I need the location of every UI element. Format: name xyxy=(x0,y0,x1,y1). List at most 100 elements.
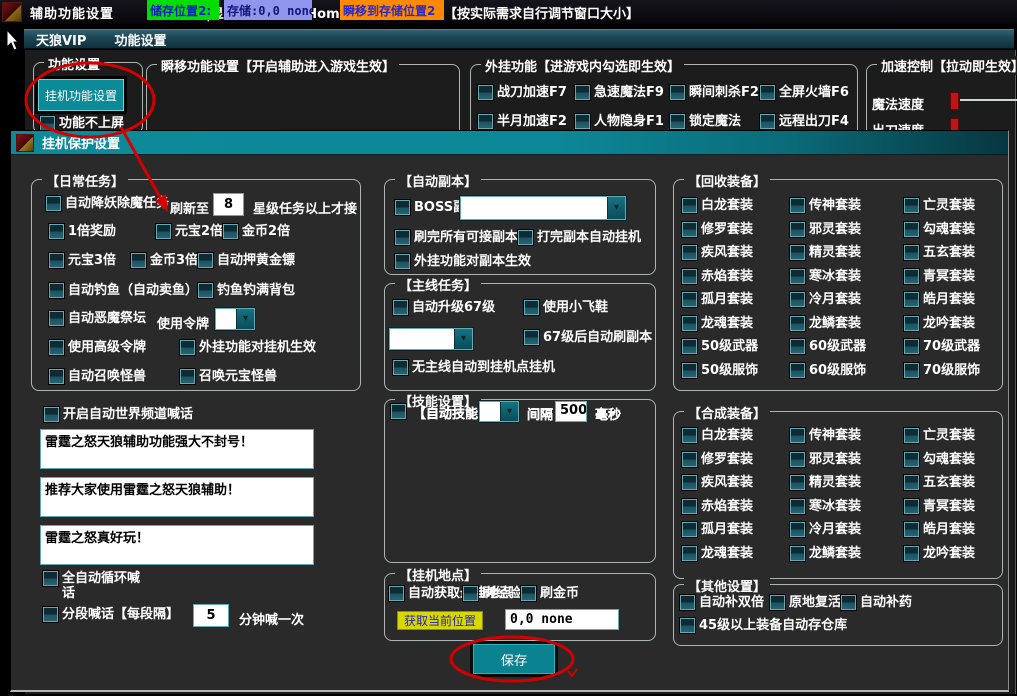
equip-option[interactable]: 亡灵套装 xyxy=(904,198,998,213)
hack-option[interactable]: 人物隐身F1 xyxy=(575,114,670,129)
checkbox[interactable] xyxy=(680,618,695,633)
equip-option[interactable]: 传神套装 xyxy=(790,428,904,443)
mainline-combobox[interactable]: ▾ xyxy=(389,328,473,350)
checkbox[interactable] xyxy=(682,428,697,443)
checkbox[interactable] xyxy=(790,316,805,331)
equip-option[interactable]: 疾风套装 xyxy=(682,475,790,490)
checkbox[interactable] xyxy=(43,571,58,586)
checkbox[interactable] xyxy=(904,475,919,490)
checkbox[interactable] xyxy=(524,330,539,345)
checkbox[interactable] xyxy=(682,499,697,514)
checkbox[interactable] xyxy=(770,595,785,610)
skill-interval-value[interactable]: 500 xyxy=(555,401,587,422)
hack-option[interactable]: 锁定魔法 xyxy=(670,114,760,129)
checkbox[interactable] xyxy=(391,404,406,419)
shout-interval-input[interactable] xyxy=(193,604,229,627)
equip-option[interactable]: 70级武器 xyxy=(904,339,998,354)
checkbox[interactable] xyxy=(49,340,64,355)
equip-option[interactable]: 邪灵套装 xyxy=(790,452,904,467)
equip-option[interactable]: 龙鳞套装 xyxy=(790,316,904,331)
checkbox[interactable] xyxy=(682,245,697,260)
checkbox[interactable] xyxy=(904,222,919,237)
checkbox[interactable] xyxy=(682,475,697,490)
spot-option[interactable]: 刷经验 xyxy=(463,586,521,601)
checkbox[interactable] xyxy=(463,586,478,601)
checkbox[interactable] xyxy=(524,300,539,315)
checkbox[interactable] xyxy=(904,339,919,354)
checkbox[interactable] xyxy=(904,316,919,331)
store-position-button[interactable]: 储存位置2: xyxy=(147,0,219,20)
shout-message-3[interactable]: 雷霆之怒真好玩！ xyxy=(40,525,314,565)
checkbox[interactable] xyxy=(670,114,685,129)
equip-option[interactable]: 修罗套装 xyxy=(682,222,790,237)
equip-option[interactable]: 龙魂套装 xyxy=(682,546,790,561)
daily-option[interactable]: 自动押黄金镖 xyxy=(198,253,295,268)
equip-option[interactable]: 白龙套装 xyxy=(682,198,790,213)
spot-option[interactable]: 刷金币 xyxy=(521,586,579,601)
checkbox[interactable] xyxy=(131,253,146,268)
other-option[interactable]: 自动补双倍 xyxy=(680,595,770,610)
equip-option[interactable]: 白龙套装 xyxy=(682,428,790,443)
equip-option[interactable]: 寒冰套装 xyxy=(790,269,904,284)
daily-option[interactable]: 元宝2倍 xyxy=(156,224,223,239)
checkbox[interactable] xyxy=(760,85,775,100)
dropdown-arrow-icon[interactable]: ▾ xyxy=(607,197,625,219)
checkbox[interactable] xyxy=(395,230,410,245)
checkbox[interactable] xyxy=(521,586,536,601)
equip-option[interactable]: 邪灵套装 xyxy=(790,222,904,237)
daily-option[interactable]: 1倍奖励 xyxy=(49,224,156,239)
checkbox[interactable] xyxy=(223,224,238,239)
checkbox[interactable] xyxy=(682,339,697,354)
summon-monster-option[interactable]: 自动召唤怪兽 xyxy=(49,369,180,384)
equip-option[interactable]: 赤焰套装 xyxy=(682,499,790,514)
hack-on-dungeon-option[interactable]: 外挂功能对副本生效 xyxy=(395,254,531,269)
equip-option[interactable]: 勾魂套装 xyxy=(904,452,998,467)
auto-store-option[interactable]: 45级以上装备自动存仓库 xyxy=(680,618,847,633)
checkbox[interactable] xyxy=(478,114,493,129)
checkbox[interactable] xyxy=(478,85,493,100)
equip-option[interactable]: 皓月套装 xyxy=(904,522,998,537)
equip-option[interactable]: 60级武器 xyxy=(790,339,904,354)
checkbox[interactable] xyxy=(682,198,697,213)
checkbox[interactable] xyxy=(904,428,919,443)
teleport-to-position-button[interactable]: 瞬移到存储位置2 xyxy=(340,0,444,20)
equip-option[interactable]: 传神套装 xyxy=(790,198,904,213)
after-67-option[interactable]: 67级后自动刷副本 xyxy=(524,330,652,345)
shout-message-1[interactable]: 雷霆之怒天狼辅助功能强大不封号！ xyxy=(40,429,314,469)
checkbox[interactable] xyxy=(43,607,58,622)
hack-option[interactable]: 急速魔法F9 xyxy=(575,85,670,100)
equip-option[interactable]: 冷月套装 xyxy=(790,522,904,537)
checkbox[interactable] xyxy=(575,114,590,129)
checkbox[interactable] xyxy=(49,369,64,384)
magic-speed-slider-track[interactable] xyxy=(960,99,1017,101)
segment-shout-option[interactable]: 分段喊话【每段隔】 xyxy=(43,607,179,622)
checkbox[interactable] xyxy=(49,224,64,239)
dropdown-arrow-icon[interactable]: ▾ xyxy=(454,329,472,349)
high-token-option[interactable]: 使用高级令牌 xyxy=(49,340,180,355)
checkbox[interactable] xyxy=(790,522,805,537)
hack-option[interactable]: 远程出刀F4 xyxy=(760,114,853,129)
daily-option[interactable]: 钓鱼钓满背包 xyxy=(198,283,295,298)
equip-option[interactable]: 青冥套装 xyxy=(904,499,998,514)
other-option[interactable]: 原地复活 xyxy=(770,595,841,610)
checkbox[interactable] xyxy=(680,595,695,610)
dropdown-arrow-icon[interactable]: ▾ xyxy=(236,309,254,329)
equip-option[interactable]: 孤月套装 xyxy=(682,292,790,307)
token-combobox[interactable]: ▾ xyxy=(215,308,255,330)
equip-option[interactable]: 60级服饰 xyxy=(790,363,904,378)
checkbox[interactable] xyxy=(790,245,805,260)
equip-option[interactable]: 勾魂套装 xyxy=(904,222,998,237)
hang-function-settings-button[interactable]: 挂机功能设置 xyxy=(38,79,124,111)
checkbox[interactable] xyxy=(156,224,171,239)
checkbox[interactable] xyxy=(790,363,805,378)
star-level-input[interactable] xyxy=(213,193,244,216)
skill-combobox[interactable]: ▾ xyxy=(479,401,519,422)
checkbox[interactable] xyxy=(682,546,697,561)
equip-option[interactable]: 龙吟套装 xyxy=(904,546,998,561)
menu-item[interactable]: 功能设置 xyxy=(114,30,166,49)
checkbox[interactable] xyxy=(760,114,775,129)
position-field[interactable] xyxy=(505,609,619,630)
checkbox[interactable] xyxy=(682,292,697,307)
checkbox[interactable] xyxy=(790,475,805,490)
daily-option[interactable]: 自动钓鱼（自动卖鱼） xyxy=(49,283,198,298)
